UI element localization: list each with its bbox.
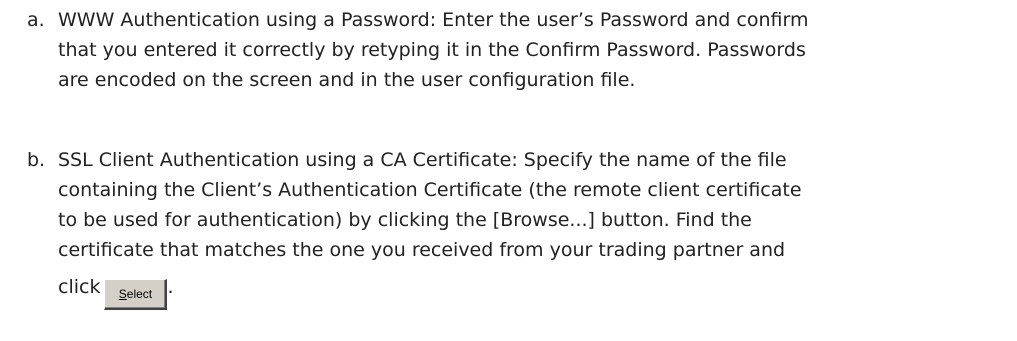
paragraph-a-line-2: that you entered it correctly by retypin…: [58, 39, 806, 61]
paragraph-a-line-3: are encoded on the screen and in the use…: [58, 69, 636, 91]
paragraph-b-line-5: click Select.: [58, 265, 1013, 310]
paragraph-a-line-1: WWW Authentication using a Password: Ent…: [58, 9, 809, 31]
select-button[interactable]: Select: [104, 279, 168, 310]
click-text: click: [58, 276, 101, 298]
document-page: a. WWW Authentication using a Password: …: [0, 0, 1017, 341]
paragraph-b-line-1: SSL Client Authentication using a CA Cer…: [58, 149, 787, 171]
paragraph-b-line-4: certificate that matches the one you rec…: [58, 239, 786, 261]
paragraph-b-line-2: containing the Client’s Authentication C…: [58, 179, 802, 201]
paragraph-b: SSL Client Authentication using a CA Cer…: [58, 145, 1013, 310]
list-marker-a: a.: [27, 9, 45, 31]
select-button-label: elect: [126, 287, 153, 301]
paragraph-a: WWW Authentication using a Password: Ent…: [58, 5, 1013, 95]
select-button-accelerator: S: [118, 287, 127, 301]
trailing-period: .: [167, 276, 174, 298]
list-marker-b: b.: [27, 149, 46, 171]
paragraph-b-line-3: to be used for authentication) by clicki…: [58, 209, 752, 231]
